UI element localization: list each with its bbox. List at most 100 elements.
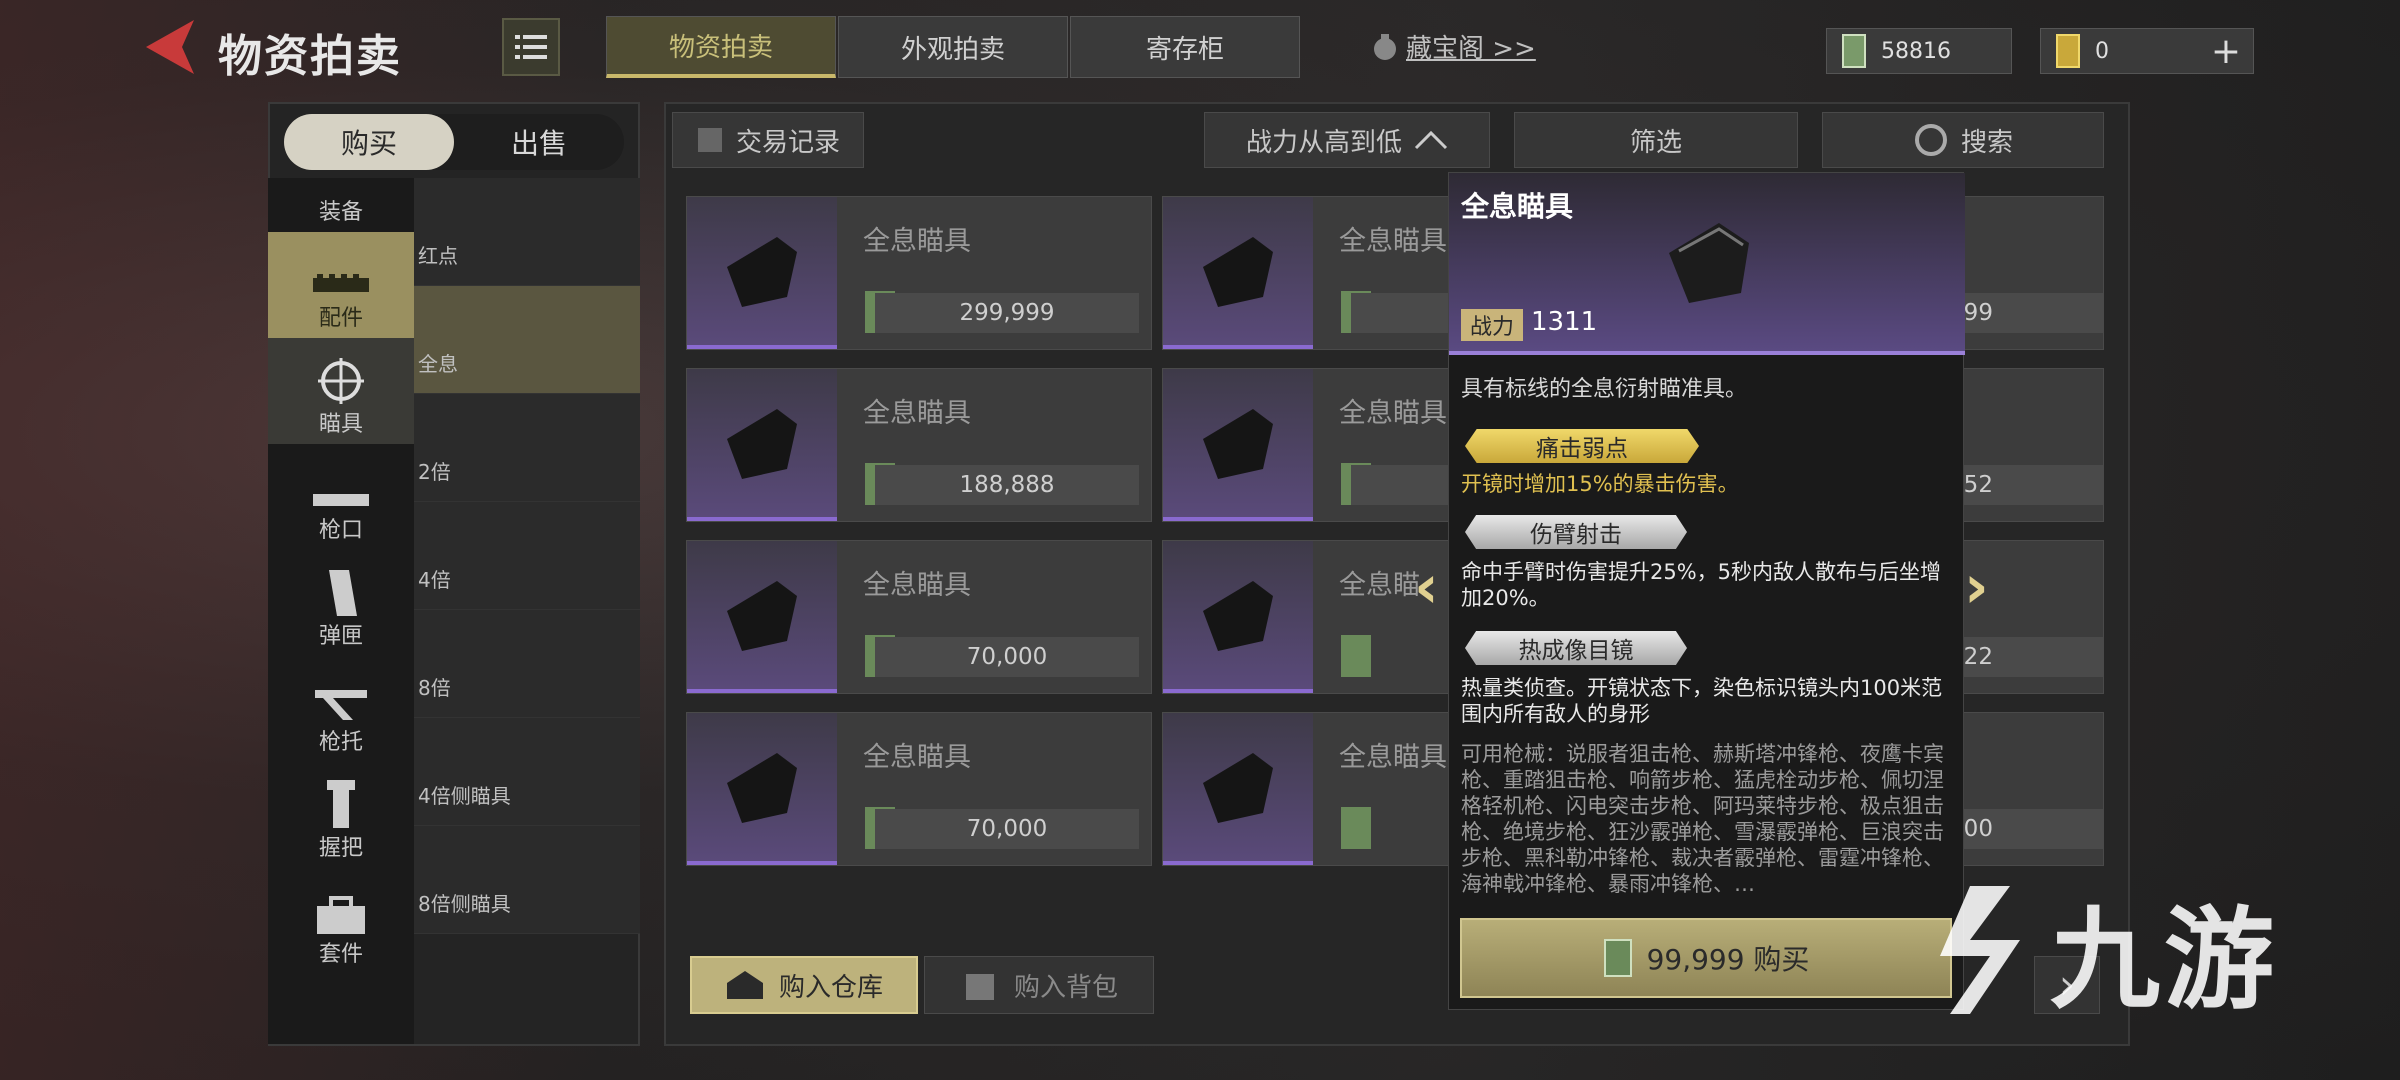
item-name: 全息瞄 (1339, 570, 1420, 601)
category-equipment[interactable]: 装备 (268, 178, 414, 232)
item-name: 全息瞄具 (863, 398, 971, 429)
popup-header: 全息瞄具 战力 1311 (1449, 173, 1965, 355)
back-arrow-icon (146, 20, 194, 74)
item-price: 70,000 (875, 809, 1139, 849)
case-icon (317, 896, 365, 934)
crosshair-icon (318, 358, 364, 404)
listing-card[interactable]: 全息瞄具 299,999 (686, 196, 1152, 350)
holo-sight-icon (1203, 409, 1273, 479)
holo-sight-icon (1203, 581, 1273, 651)
list-icon (515, 35, 547, 59)
subcategory-4x[interactable]: 4倍 (414, 502, 640, 610)
add-currency-icon[interactable]: + (2211, 31, 2241, 72)
record-icon (697, 128, 722, 152)
buy-sell-toggle: 购买 出售 (284, 114, 624, 170)
next-arrow-icon[interactable]: › (1964, 552, 1989, 622)
stock-icon (315, 690, 367, 720)
buy-tab[interactable]: 购买 (284, 114, 454, 170)
treasure-icon (1374, 33, 1396, 60)
subcategory-8x[interactable]: 8倍 (414, 610, 640, 718)
trait-badge: 热成像目镜 (1465, 631, 1687, 665)
holo-sight-icon (1669, 223, 1749, 303)
category-grip[interactable]: 握把 (268, 762, 414, 868)
trait-text: 热量类侦查。开镜状态下，染色标识镜头内100米范围内所有敌人的身形 (1461, 676, 1943, 726)
search-button[interactable]: 搜索 (1822, 112, 2104, 168)
filter-button[interactable]: 筛选 (1514, 112, 1798, 168)
popup-title: 全息瞄具 (1461, 190, 1574, 223)
currency-gold: 0 + (2040, 28, 2254, 74)
backpack-icon (965, 974, 994, 1000)
category-scopes[interactable]: 瞄具 (268, 338, 414, 444)
watermark-logo: 九游 (1910, 870, 2278, 1030)
category-magazine[interactable]: 弹匣 (268, 550, 414, 656)
item-image (687, 541, 837, 693)
item-price: 188,888 (875, 465, 1139, 505)
holo-sight-icon (1203, 237, 1273, 307)
sell-tab[interactable]: 出售 (454, 114, 624, 170)
item-image (687, 197, 837, 349)
grip-icon (327, 780, 355, 828)
chevron-up-icon (1414, 130, 1448, 150)
item-image (1163, 369, 1313, 521)
buy-to-warehouse-button[interactable]: 购入仓库 (690, 956, 918, 1014)
trait-text: 命中手臂时伤害提升25%，5秒内敌人散布与后坐增加20%。 (1461, 560, 1942, 610)
subcategory-2x[interactable]: 2倍 (414, 394, 640, 502)
listing-card[interactable]: 全息瞄具 70,000 (686, 712, 1152, 866)
rail-icon (313, 274, 369, 292)
compatible-weapons-text: 可用枪械：说服者狙击枪、赫斯塔冲锋枪、夜鹰卡宾枪、重踏狙击枪、响箭步枪、猛虎栓动… (1461, 742, 1944, 896)
listing-card[interactable]: 全息瞄具 70,000 (686, 540, 1152, 694)
item-name: 全息瞄具 (1339, 398, 1447, 429)
banknote-icon (1341, 635, 1371, 677)
item-image (687, 713, 837, 865)
banknote-amount: 58816 (1881, 38, 1951, 64)
holo-sight-icon (1203, 753, 1273, 823)
listing-card[interactable]: 全息瞄具 188,888 (686, 368, 1152, 522)
holo-sight-icon (727, 237, 797, 307)
tab-locker[interactable]: 寄存柜 (1070, 16, 1300, 78)
top-tabs: 物资拍卖 外观拍卖 寄存柜 (606, 16, 1302, 78)
trait-badge: 痛击弱点 (1465, 429, 1699, 463)
subcategory-8x-side[interactable]: 8倍侧瞄具 (414, 826, 640, 934)
subcategory-4x-side[interactable]: 4倍侧瞄具 (414, 718, 640, 826)
buy-button[interactable]: 99,999 购买 (1460, 918, 1952, 998)
buy-to-backpack-button[interactable]: 购入背包 (924, 956, 1154, 1014)
power-label: 战力 (1461, 309, 1523, 341)
category-attachments[interactable]: 配件 (268, 232, 414, 338)
muzzle-icon (313, 494, 369, 506)
trade-records-button[interactable]: 交易记录 (672, 112, 864, 168)
item-detail-popup: 全息瞄具 战力 1311 具有标线的全息衍射瞄准具。 痛击弱点 开镜时增加15%… (1448, 172, 1965, 1010)
nine-game-logo-icon (1940, 886, 2020, 1014)
item-name: 全息瞄具 (863, 570, 971, 601)
item-image (687, 369, 837, 521)
warehouse-icon (726, 971, 763, 999)
category-muzzle[interactable]: 枪口 (268, 444, 414, 550)
gold-amount: 0 (2095, 38, 2109, 64)
tab-material-auction[interactable]: 物资拍卖 (606, 16, 836, 78)
holo-sight-icon (727, 753, 797, 823)
item-name: 全息瞄具 (1339, 742, 1447, 773)
sort-dropdown[interactable]: 战力从高到低 (1204, 112, 1490, 168)
tab-appearance-auction[interactable]: 外观拍卖 (838, 16, 1068, 78)
power-value: 1311 (1531, 307, 1598, 337)
treasure-pavilion-link[interactable]: 藏宝阁 >> (1370, 28, 1536, 65)
back-button[interactable] (138, 16, 198, 78)
item-image (1163, 541, 1313, 693)
holo-sight-icon (727, 581, 797, 651)
subcategory-holographic[interactable]: 全息 (414, 286, 640, 394)
item-name: 全息瞄具 (863, 742, 971, 773)
category-stock[interactable]: 枪托 (268, 656, 414, 762)
category-more[interactable] (268, 974, 414, 1044)
list-menu-button[interactable] (502, 18, 560, 76)
item-name: 全息瞄具 (1339, 226, 1447, 257)
item-description: 具有标线的全息衍射瞄准具。 (1461, 377, 1748, 402)
banknote-icon (1341, 807, 1371, 849)
prev-arrow-icon[interactable]: ‹ (1414, 552, 1439, 622)
currency-banknote: 58816 (1826, 28, 2012, 74)
item-price: 70,000 (875, 637, 1139, 677)
item-name: 全息瞄具 (863, 226, 971, 257)
banknote-icon (1603, 939, 1632, 977)
category-kit[interactable]: 套件 (268, 868, 414, 974)
magazine-icon (329, 570, 357, 616)
subcategory-red-dot[interactable]: 红点 (414, 178, 640, 286)
trait-badge: 伤臂射击 (1465, 515, 1687, 549)
